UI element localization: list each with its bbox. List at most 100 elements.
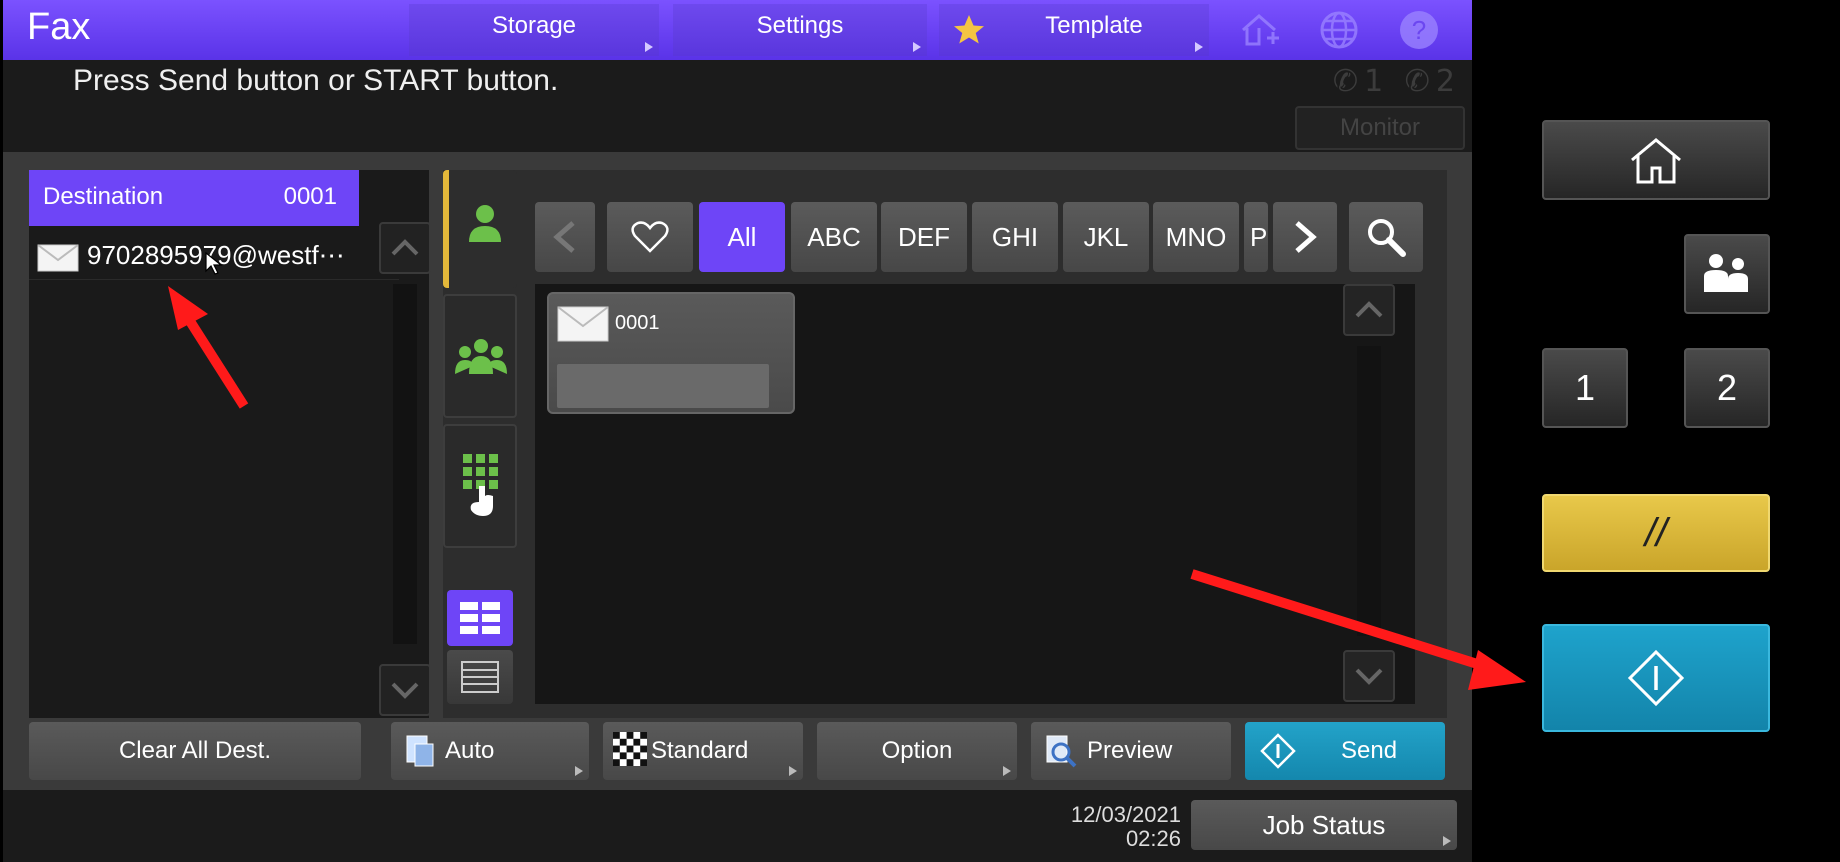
storage-label: Storage [491,12,577,39]
job-status-button[interactable]: Job Status [1191,800,1457,850]
svg-text:?: ? [1412,15,1426,45]
start-diamond-icon [1260,733,1296,769]
tile-view-button[interactable] [447,590,513,646]
storage-button[interactable]: Storage [409,4,659,56]
filter-p[interactable]: P [1244,202,1268,272]
filter-jkl[interactable]: JKL [1063,202,1149,272]
heart-icon [631,221,669,253]
date-label: 12/03/2021 [1070,802,1181,827]
phone-line-icon: ✆ [1333,64,1365,99]
address-list: 0001 [535,284,1415,704]
preview-label: Preview [1087,737,1173,764]
next-page-button[interactable] [1273,202,1337,272]
send-button[interactable]: Send [1245,722,1445,780]
header-bar: Fax Storage Settings Template ? [3,0,1472,60]
star-icon [954,15,984,44]
scroll-up-button[interactable] [379,222,431,274]
destination-entry[interactable]: 9702895979@westf⋯ [29,230,399,280]
template-button[interactable]: Template [939,4,1209,56]
submenu-triangle-icon [1195,42,1203,52]
hardware-key-2[interactable]: 2 [1684,348,1770,428]
envelope-icon [37,244,79,272]
submenu-triangle-icon [1003,766,1011,776]
destination-header: Destination 0001 [29,170,359,226]
users-icon [1704,254,1748,292]
submenu-triangle-icon [575,766,583,776]
filter-all[interactable]: All [699,202,785,272]
keypad-touch-icon [463,454,498,516]
grid-view-icon [460,602,500,634]
auto-button[interactable]: Auto [391,722,589,780]
address-book-panel: All ABC DEF GHI JKL MNO P 0001 [443,170,1447,718]
tab-individual[interactable] [443,170,517,288]
scrollbar-track[interactable] [393,284,417,644]
chevron-up-icon [1355,301,1383,318]
option-label: Option [881,737,953,764]
phone-line-icon: ✆ [1404,64,1436,99]
group-icon [455,339,507,374]
hardware-start-button[interactable] [1542,624,1770,732]
chevron-right-icon [1295,221,1317,253]
submenu-triangle-icon [913,42,921,52]
auto-label: Auto [445,737,495,764]
submenu-triangle-icon [1443,836,1451,846]
prev-page-button[interactable] [535,202,595,272]
preview-icon [1046,735,1077,768]
template-label: Template [1045,12,1143,39]
filter-mno[interactable]: MNO [1153,202,1239,272]
standard-button[interactable]: Standard [603,722,803,780]
home-add-icon[interactable] [1237,8,1281,52]
settings-label: Settings [756,12,844,39]
line-indicators: ✆1 ✆2 [1333,64,1461,99]
favorites-button[interactable] [607,202,693,272]
job-status-label: Job Status [1262,810,1386,840]
mouse-cursor-icon [205,252,223,275]
list-scrollbar-track[interactable] [1357,346,1381,636]
tab-keypad-entry[interactable] [443,424,517,548]
destination-panel: Destination 0001 9702895979@westf⋯ [29,170,431,718]
destination-label: Destination [43,183,164,210]
person-icon [469,205,501,242]
chevron-left-icon [553,221,575,253]
list-scroll-down-button[interactable] [1343,650,1395,702]
filter-ghi[interactable]: GHI [972,202,1058,272]
chevron-up-icon [391,239,419,256]
filter-abc[interactable]: ABC [791,202,877,272]
search-icon [1368,219,1406,257]
envelope-icon [557,306,609,342]
address-card-label: 0001 [615,312,660,334]
document-scan-icon [406,735,434,767]
list-view-button[interactable] [447,650,513,704]
globe-icon[interactable] [1317,8,1361,52]
line-1-label: 1 [1364,64,1390,99]
submenu-triangle-icon [645,42,653,52]
app-title: Fax [27,6,91,48]
help-icon[interactable]: ? [1397,8,1441,52]
standard-label: Standard [651,737,749,764]
monitor-button[interactable]: Monitor [1295,106,1465,150]
time-label: 02:26 [1125,826,1181,851]
main-panel: Destination 0001 9702895979@westf⋯ All A… [3,152,1472,790]
clear-all-dest-button[interactable]: Clear All Dest. [29,722,361,780]
destination-count: 0001 [283,183,337,210]
hardware-key-1[interactable]: 1 [1542,348,1628,428]
address-card[interactable]: 0001 [547,292,795,414]
hardware-clear-button[interactable]: // [1542,494,1770,572]
submenu-triangle-icon [789,766,797,776]
filter-def[interactable]: DEF [881,202,967,272]
address-card-name-bar [557,364,769,408]
list-view-icon [461,661,499,693]
option-button[interactable]: Option [817,722,1017,780]
send-label: Send [1341,737,1398,764]
tab-group[interactable] [443,294,517,418]
resolution-icon [613,732,647,766]
scroll-down-button[interactable] [379,664,431,716]
search-button[interactable] [1349,202,1423,272]
hardware-user-button[interactable] [1684,234,1770,314]
line-2-label: 2 [1435,64,1462,99]
chevron-down-icon [1355,668,1383,685]
hardware-home-button[interactable] [1542,120,1770,200]
preview-button[interactable]: Preview [1031,722,1231,780]
list-scroll-up-button[interactable] [1343,284,1395,336]
settings-button[interactable]: Settings [673,4,927,56]
